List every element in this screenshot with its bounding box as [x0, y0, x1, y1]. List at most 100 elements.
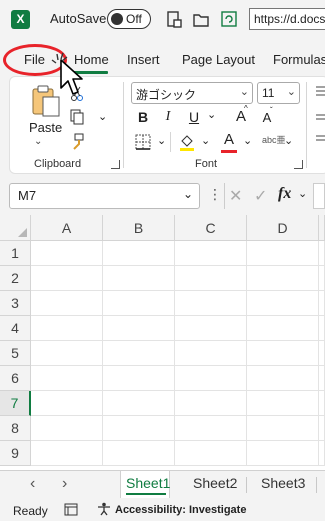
cell[interactable]	[103, 291, 175, 316]
sync-icon[interactable]	[220, 9, 238, 29]
cell[interactable]	[175, 341, 247, 366]
accessibility-icon[interactable]	[97, 502, 111, 516]
cell[interactable]	[31, 441, 103, 466]
cell[interactable]	[319, 316, 325, 341]
cell[interactable]	[31, 416, 103, 441]
url-field[interactable]: https://d.docs	[249, 8, 325, 30]
cell[interactable]	[175, 266, 247, 291]
formula-input[interactable]	[313, 183, 325, 209]
cell[interactable]	[319, 266, 325, 291]
cell[interactable]	[103, 266, 175, 291]
workbook-stats-icon[interactable]	[64, 503, 78, 516]
row-header-3[interactable]: 3	[0, 291, 31, 316]
copy-icon[interactable]	[69, 108, 85, 126]
next-sheet-icon[interactable]: ›	[62, 475, 67, 493]
cell[interactable]	[319, 416, 325, 441]
select-all-corner[interactable]	[0, 215, 31, 241]
row-header-5[interactable]: 5	[0, 341, 31, 366]
font-size-select[interactable]: 11 ⌄	[257, 82, 300, 104]
row-header-2[interactable]: 2	[0, 266, 31, 291]
sheet-tab-sheet2[interactable]: Sheet2	[193, 475, 237, 491]
cell[interactable]	[319, 391, 325, 416]
phonetic-dropdown-icon[interactable]: ⌄	[284, 134, 293, 147]
cell[interactable]	[31, 341, 103, 366]
cell[interactable]	[103, 241, 175, 266]
function-dropdown-icon[interactable]: ⌄	[298, 187, 307, 200]
sheet-tab-sheet1[interactable]: Sheet1	[126, 475, 170, 491]
cell[interactable]	[31, 391, 103, 416]
cell[interactable]	[103, 366, 175, 391]
cell[interactable]	[247, 291, 319, 316]
name-box[interactable]: M7 ⌄	[9, 183, 200, 209]
fill-color-dropdown-icon[interactable]: ⌄	[201, 134, 210, 147]
cell[interactable]	[103, 341, 175, 366]
cell[interactable]	[247, 366, 319, 391]
cell[interactable]	[103, 416, 175, 441]
autosave-toggle[interactable]: Off	[107, 9, 151, 29]
underline-button[interactable]: U	[186, 109, 202, 125]
cell[interactable]	[31, 366, 103, 391]
font-color-button[interactable]: A	[221, 131, 237, 148]
tab-page-layout[interactable]: Page Layout	[182, 52, 255, 67]
accessibility-status[interactable]: Accessibility: Investigate	[115, 504, 246, 516]
enter-icon[interactable]: ✓	[254, 186, 267, 206]
cell[interactable]	[175, 366, 247, 391]
cell[interactable]	[319, 241, 325, 266]
open-folder-icon[interactable]	[192, 9, 210, 29]
bold-button[interactable]: B	[135, 109, 151, 125]
cell[interactable]	[319, 291, 325, 316]
column-header-partial[interactable]	[319, 215, 325, 241]
cell[interactable]	[247, 441, 319, 466]
cell[interactable]	[31, 316, 103, 341]
cell[interactable]	[175, 391, 247, 416]
cell[interactable]	[319, 341, 325, 366]
cell[interactable]	[319, 441, 325, 466]
row-header-9[interactable]: 9	[0, 441, 31, 466]
column-header-d[interactable]: D	[247, 215, 319, 241]
cell[interactable]	[247, 316, 319, 341]
column-header-b[interactable]: B	[103, 215, 175, 241]
cell[interactable]	[247, 416, 319, 441]
worksheet-grid[interactable]: ABCD 123456789	[0, 215, 325, 470]
more-options-icon[interactable]: ⋮	[208, 186, 222, 203]
font-launcher-icon[interactable]	[294, 160, 303, 169]
cell[interactable]	[175, 416, 247, 441]
font-color-dropdown-icon[interactable]: ⌄	[243, 134, 252, 147]
underline-dropdown-icon[interactable]: ⌄	[207, 108, 216, 121]
copy-dropdown-icon[interactable]: ⌄	[98, 110, 107, 123]
font-name-select[interactable]: 游ゴシック ⌄	[131, 82, 253, 104]
cancel-icon[interactable]: ✕	[229, 186, 242, 206]
cell[interactable]	[31, 291, 103, 316]
paste-dropdown-icon[interactable]: ⌄	[34, 136, 42, 147]
tab-insert[interactable]: Insert	[127, 52, 160, 67]
insert-function-button[interactable]: fx	[278, 185, 291, 203]
column-header-c[interactable]: C	[175, 215, 247, 241]
cell[interactable]	[175, 291, 247, 316]
row-header-4[interactable]: 4	[0, 316, 31, 341]
cell[interactable]	[247, 341, 319, 366]
phonetic-guide-button[interactable]: abc亜	[262, 133, 286, 146]
fill-color-icon[interactable]	[178, 132, 196, 152]
row-header-6[interactable]: 6	[0, 366, 31, 391]
italic-button[interactable]: I	[160, 109, 176, 125]
tab-formulas[interactable]: Formulas	[273, 52, 325, 67]
clipboard-launcher-icon[interactable]	[111, 160, 120, 169]
sheet-tab-sheet3[interactable]: Sheet3	[261, 475, 305, 491]
borders-icon[interactable]	[135, 134, 151, 150]
row-header-8[interactable]: 8	[0, 416, 31, 441]
row-header-1[interactable]: 1	[0, 241, 31, 266]
alignment-icon[interactable]	[316, 84, 325, 144]
cell[interactable]	[103, 316, 175, 341]
column-header-a[interactable]: A	[31, 215, 103, 241]
cell[interactable]	[247, 241, 319, 266]
prev-sheet-icon[interactable]: ‹	[30, 475, 35, 493]
paste-label[interactable]: Paste	[29, 120, 62, 135]
format-painter-icon[interactable]	[69, 132, 85, 150]
cell[interactable]	[247, 266, 319, 291]
cell[interactable]	[247, 391, 319, 416]
cell[interactable]	[31, 266, 103, 291]
cell[interactable]	[175, 441, 247, 466]
cell[interactable]	[319, 366, 325, 391]
cell[interactable]	[103, 441, 175, 466]
borders-dropdown-icon[interactable]: ⌄	[157, 134, 166, 147]
